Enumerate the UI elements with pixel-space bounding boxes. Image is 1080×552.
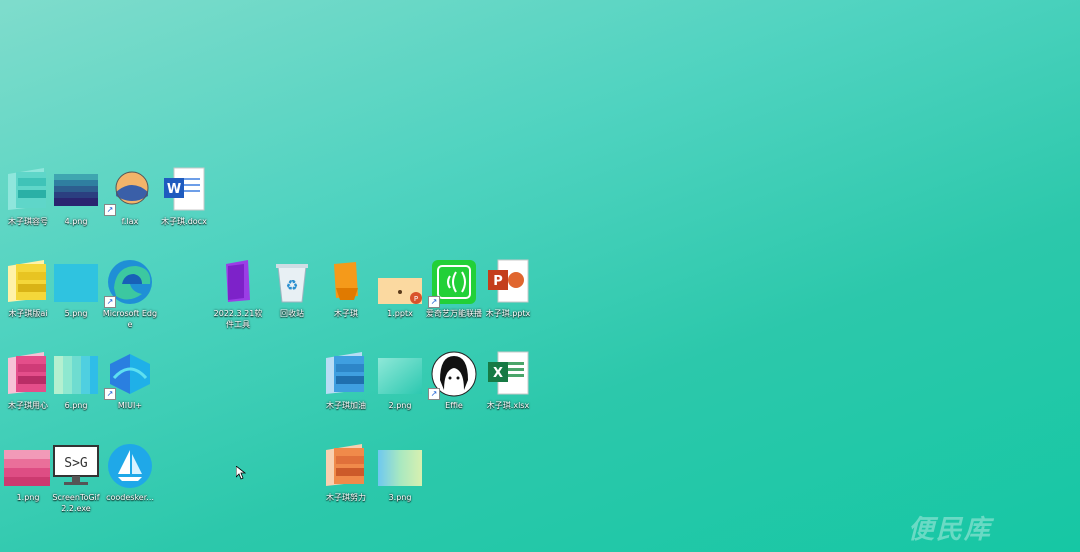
icon-label: 木子琪.docx (161, 217, 207, 226)
svg-text:P: P (414, 295, 418, 303)
icon-label: coodesker... (106, 493, 154, 502)
icon-label: 1.pptx (387, 309, 413, 318)
icon-label: MIUI+ (117, 401, 143, 410)
word-icon: W (160, 166, 208, 214)
image-file-2png[interactable]: 2.png (372, 350, 428, 411)
image-file-6png[interactable]: 6.png (48, 350, 104, 411)
icon-label: 3.png (388, 493, 412, 502)
icon-label: 2022.3.21软件工具 (213, 309, 263, 329)
icon-label: Microsoft Edge (102, 309, 158, 329)
powerpoint-muziqi[interactable]: P 木子琪.pptx (480, 258, 536, 319)
image-file-5png[interactable]: 5.png (48, 258, 104, 319)
shortcut-arrow-icon: ↗ (428, 296, 440, 308)
screentogif-icon: S>G (52, 442, 100, 490)
icon-label: 爱奇艺万能联播 (426, 309, 482, 318)
coodesker-app[interactable]: coodesker... (102, 442, 158, 503)
word-document-muziqi[interactable]: W 木子琪.docx (156, 166, 212, 227)
icon-label: 5.png (64, 309, 88, 318)
icon-label: 回收站 (280, 309, 304, 318)
shortcut-arrow-icon: ↗ (104, 388, 116, 400)
icon-label: 木子琪加油 (326, 401, 366, 410)
image-file-3png[interactable]: 3.png (372, 442, 428, 503)
effie-avatar-icon: ↗ (428, 350, 478, 400)
image-thumbnail-icon (52, 258, 100, 306)
desktop[interactable]: { "desktop": { "icons": [ {"label": "木子琪… (0, 0, 1080, 552)
powerpoint-icon: P (484, 258, 532, 306)
mouse-cursor-icon (235, 465, 247, 480)
icon-label: 木子琪努力 (326, 493, 366, 502)
excel-muziqi[interactable]: X 木子琪.xlsx (480, 350, 536, 411)
pptx-thumbnail-icon: P (376, 258, 424, 306)
image-thumbnail-icon (376, 350, 424, 398)
folder-orange-striped-icon (322, 442, 370, 490)
folder-yellow-icon (4, 258, 52, 306)
icon-label: 木子琪.pptx (485, 309, 531, 318)
image-thumbnail-icon (376, 442, 424, 490)
watermark: 便民库 (907, 515, 992, 545)
folder-muziqi-nuli[interactable]: 木子琪努力 (318, 442, 374, 503)
icon-label: 木子琪.xlsx (486, 401, 530, 410)
shortcut-effie[interactable]: ↗ Effie (426, 350, 482, 411)
shortcut-microsoft-edge[interactable]: ↗ Microsoft Edge (102, 258, 158, 330)
icon-label: 6.png (64, 401, 88, 410)
folder-muziqi[interactable]: 木子琪 (318, 258, 374, 319)
icon-label: f.lax (121, 217, 139, 226)
recycle-bin-icon: ♻ (268, 258, 316, 306)
folder-purple-icon (214, 258, 262, 306)
folder-pink-icon (4, 350, 52, 398)
svg-text:W: W (167, 182, 181, 197)
folder-teal-icon (4, 166, 52, 214)
image-thumbnail-icon (4, 442, 52, 490)
folder-2022-tools[interactable]: 2022.3.21软件工具 (210, 258, 266, 330)
shortcut-arrow-icon: ↗ (104, 296, 116, 308)
recycle-bin[interactable]: ♻ 回收站 (264, 258, 320, 319)
icon-label: 2.png (388, 401, 412, 410)
shortcut-miui-plus[interactable]: ↗ MIUI+ (102, 350, 158, 411)
icon-label: ScreenToGif 2.2.exe (52, 493, 100, 513)
iqiyi-icon: ↗ (428, 258, 478, 308)
svg-text:P: P (493, 274, 503, 289)
svg-text:♻: ♻ (286, 278, 299, 294)
excel-icon: X (484, 350, 532, 398)
icon-label: 木子琪 (334, 309, 358, 318)
folder-blue-icon (322, 350, 370, 398)
svg-text:S>G: S>G (64, 456, 88, 471)
screentogif-exe[interactable]: S>G ScreenToGif 2.2.exe (48, 442, 104, 514)
icon-label: 4.png (64, 217, 88, 226)
image-thumbnail-icon (52, 350, 100, 398)
sunset-app-icon: ↗ (104, 166, 154, 216)
edge-icon: ↗ (104, 258, 154, 308)
pptx-file-1[interactable]: P 1.pptx (372, 258, 428, 319)
shortcut-flax[interactable]: ↗ f.lax (102, 166, 158, 227)
coodesker-sailboat-icon (106, 442, 154, 490)
image-file-4png[interactable]: 4.png (48, 166, 104, 227)
image-thumbnail-icon (52, 166, 100, 214)
shortcut-iqiyi-player[interactable]: ↗ 爱奇艺万能联播 (426, 258, 482, 319)
miui-plus-icon: ↗ (104, 350, 154, 400)
folder-orange-icon (322, 258, 370, 306)
svg-text:X: X (493, 366, 503, 381)
shortcut-arrow-icon: ↗ (428, 388, 440, 400)
shortcut-arrow-icon: ↗ (104, 204, 116, 216)
folder-muziqi-jiayou[interactable]: 木子琪加油 (318, 350, 374, 411)
icon-label: Effie (445, 401, 463, 410)
